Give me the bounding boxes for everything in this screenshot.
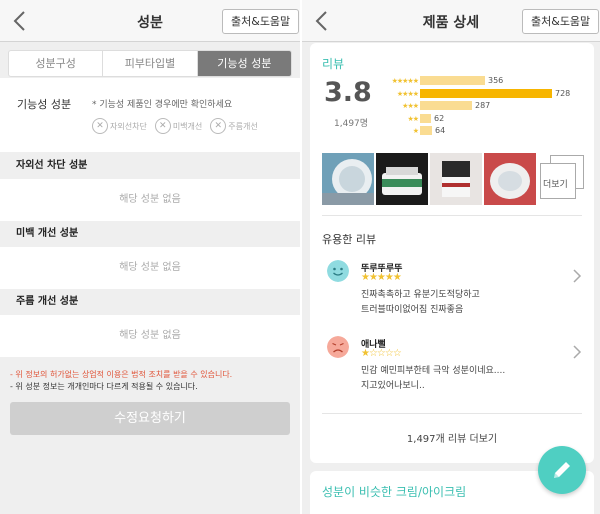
review-item[interactable]: 뚜루뚜루뚜 ★★★★★ 진짜촉촉하고 유분기도적당하고 트러블따이없어짐 진짜좋… bbox=[322, 259, 582, 319]
source-help-button[interactable]: 출처&도움말 bbox=[522, 9, 600, 34]
review-photo[interactable] bbox=[484, 153, 536, 205]
chip-label: 자외선차단 bbox=[110, 121, 147, 131]
rating-row-3: ★★★ 287 bbox=[378, 100, 490, 111]
review-line: 지고있어나보니.. bbox=[361, 381, 425, 391]
section-value-whitening: 해당 성분 없음 bbox=[0, 247, 300, 289]
rating-stars: ★ bbox=[412, 126, 419, 135]
request-edit-button[interactable]: 수정요청하기 bbox=[10, 402, 290, 435]
rating-count: 64 bbox=[435, 126, 446, 135]
review-text: 진짜촉촉하고 유분기도적당하고 트러블따이없어짐 진짜좋음 bbox=[361, 288, 480, 318]
rating-count: 728 bbox=[555, 89, 571, 98]
rating-bar bbox=[420, 101, 472, 110]
review-line: 진짜촉촉하고 유분기도적당하고 bbox=[361, 290, 480, 300]
review-line: 트러블따이없어짐 진짜좋음 bbox=[361, 305, 464, 315]
chip-uv: ✕ 자외선차단 bbox=[92, 118, 147, 134]
rating-bar bbox=[420, 114, 431, 123]
rating-stars: ★★★ bbox=[402, 101, 419, 110]
divider bbox=[322, 215, 582, 216]
product-header: 제품 상세 출처&도움말 bbox=[302, 0, 600, 42]
more-photos-label: 더보기 bbox=[543, 180, 568, 190]
average-rating: 3.8 bbox=[324, 77, 372, 108]
ingredients-header: 성분 출처&도움말 bbox=[0, 0, 300, 42]
section-title-whitening: 미백 개선 성분 bbox=[16, 228, 79, 239]
product-detail-panel: 제품 상세 출처&도움말 리뷰 3.8 1,497명 ★★★★★ 356 ★★★… bbox=[300, 0, 600, 514]
tab-functional[interactable]: 기능성 성분 bbox=[197, 51, 291, 76]
chip-whitening: ✕ 미백개선 bbox=[154, 118, 203, 134]
write-review-button[interactable] bbox=[538, 446, 586, 494]
useful-reviews-title: 유용한 리뷰 bbox=[322, 233, 377, 246]
happy-face-icon bbox=[327, 260, 349, 282]
section-title-uv: 자외선 차단 성분 bbox=[16, 160, 88, 171]
review-line: 민감 예민피부한테 극악 성분이네요.... bbox=[361, 366, 506, 376]
rating-stars: ★★ bbox=[407, 114, 419, 123]
chevron-right-icon bbox=[573, 269, 582, 283]
rating-bar bbox=[420, 76, 485, 85]
functional-label: 기능성 성분 bbox=[17, 98, 72, 111]
rating-count: 356 bbox=[488, 76, 504, 85]
section-value-uv: 해당 성분 없음 bbox=[0, 179, 300, 221]
functional-chips: ✕ 자외선차단 ✕ 미백개선 ✕ 주름개선 bbox=[92, 118, 258, 134]
review-photo[interactable] bbox=[430, 153, 482, 205]
x-circle-icon: ✕ bbox=[92, 118, 108, 134]
more-reviews-link[interactable]: 1,497개 리뷰 더보기 bbox=[310, 430, 594, 445]
review-stars: ★☆☆☆☆ bbox=[361, 348, 402, 359]
tab-composition[interactable]: 성분구성 bbox=[9, 51, 104, 76]
functional-info: 기능성 성분 * 기능성 제품인 경우에만 확인하세요 ✕ 자외선차단 ✕ 미백개선… bbox=[0, 78, 300, 152]
rating-row-2: ★★ 62 bbox=[378, 113, 444, 124]
review-photo[interactable] bbox=[376, 153, 428, 205]
review-card: 리뷰 3.8 1,497명 ★★★★★ 356 ★★★★ 728 ★★★ 287… bbox=[310, 43, 594, 463]
more-photos-button[interactable]: 더보기 bbox=[540, 155, 584, 205]
rating-count: 62 bbox=[434, 114, 445, 123]
rating-stars: ★★★★★ bbox=[391, 76, 419, 85]
legal-warning: - 위 정보의 허가없는 상업적 이용은 법적 조치를 받을 수 있습니다. bbox=[10, 370, 233, 379]
ingredients-panel: 성분 출처&도움말 성분구성 피부타입별 기능성 성분 기능성 성분 * 기능성… bbox=[0, 0, 300, 514]
review-item[interactable]: 애나뻘 ★☆☆☆☆ 민감 예민피부한테 극악 성분이네요.... 지고있어나보니… bbox=[322, 335, 582, 395]
review-stars: ★★★★★ bbox=[361, 272, 402, 283]
rating-bar bbox=[420, 89, 552, 98]
x-circle-icon: ✕ bbox=[154, 118, 171, 134]
section-value-wrinkle: 해당 성분 없음 bbox=[0, 315, 300, 357]
reviewer-count: 1,497명 bbox=[334, 119, 369, 129]
review-text: 민감 예민피부한테 극악 성분이네요.... 지고있어나보니.. bbox=[361, 364, 505, 394]
pencil-icon bbox=[554, 462, 570, 478]
rating-row-4: ★★★★ 728 bbox=[378, 88, 570, 99]
source-help-button[interactable]: 출처&도움말 bbox=[222, 9, 300, 34]
rating-count: 287 bbox=[475, 101, 491, 110]
similar-products-title: 성분이 비슷한 크림/아이크림 bbox=[322, 485, 467, 499]
chip-label: 미백개선 bbox=[172, 121, 203, 131]
rating-row-1: ★ 64 bbox=[378, 125, 445, 136]
section-title-wrinkle: 주름 개선 성분 bbox=[16, 296, 79, 307]
rating-bar bbox=[420, 126, 432, 135]
chip-wrinkle: ✕ 주름개선 bbox=[210, 118, 258, 134]
review-photo[interactable] bbox=[322, 153, 374, 205]
rating-stars: ★★★★ bbox=[396, 89, 419, 98]
tab-skin-type[interactable]: 피부타입별 bbox=[103, 51, 198, 76]
ingredient-tabs: 성분구성 피부타입별 기능성 성분 bbox=[8, 50, 292, 77]
rating-row-5: ★★★★★ 356 bbox=[378, 75, 503, 86]
sad-face-icon bbox=[327, 336, 349, 358]
chip-label: 주름개선 bbox=[228, 121, 258, 131]
review-title: 리뷰 bbox=[322, 57, 345, 71]
disclaimer: - 위 성분 정보는 개개인마다 다르게 적용될 수 있습니다. bbox=[10, 382, 198, 391]
functional-note: * 기능성 제품인 경우에만 확인하세요 bbox=[92, 100, 233, 110]
divider bbox=[322, 413, 582, 414]
x-circle-icon: ✕ bbox=[210, 118, 227, 134]
chevron-right-icon bbox=[573, 345, 582, 359]
